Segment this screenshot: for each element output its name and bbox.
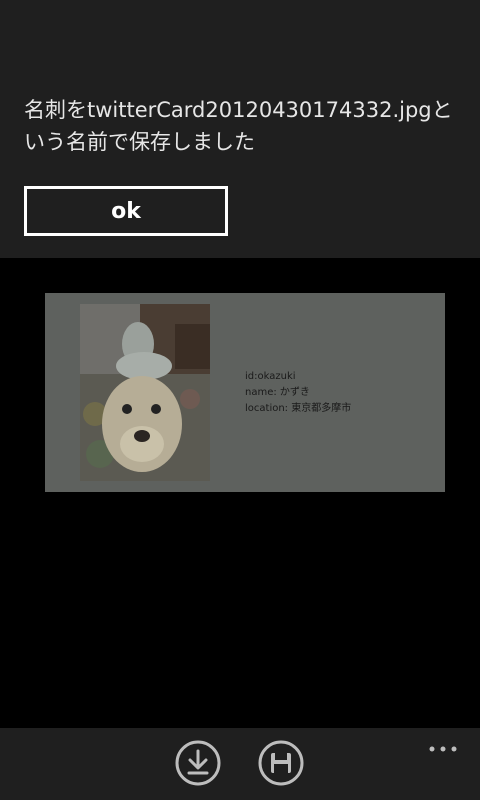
profile-photo — [80, 304, 210, 481]
message-dialog: 名刺をtwitterCard20120430174332.jpgという名前で保存… — [0, 0, 480, 258]
download-icon — [175, 740, 221, 786]
save-button[interactable] — [258, 740, 304, 786]
download-button[interactable] — [175, 740, 221, 786]
application-bar — [0, 728, 480, 800]
ok-button[interactable]: ok — [24, 186, 228, 236]
card-location: location: 東京都多摩市 — [245, 403, 352, 414]
more-icon — [429, 746, 457, 752]
card-info: id:okazuki name: かずき location: 東京都多摩市 — [245, 369, 351, 417]
dialog-message: 名刺をtwitterCard20120430174332.jpgという名前で保存… — [24, 98, 453, 154]
more-options-button[interactable] — [428, 738, 458, 752]
save-icon — [258, 740, 304, 786]
card-id: id:okazuki — [245, 371, 296, 382]
business-card-preview: id:okazuki name: かずき location: 東京都多摩市 — [45, 293, 445, 492]
card-name: name: かずき — [245, 387, 310, 398]
